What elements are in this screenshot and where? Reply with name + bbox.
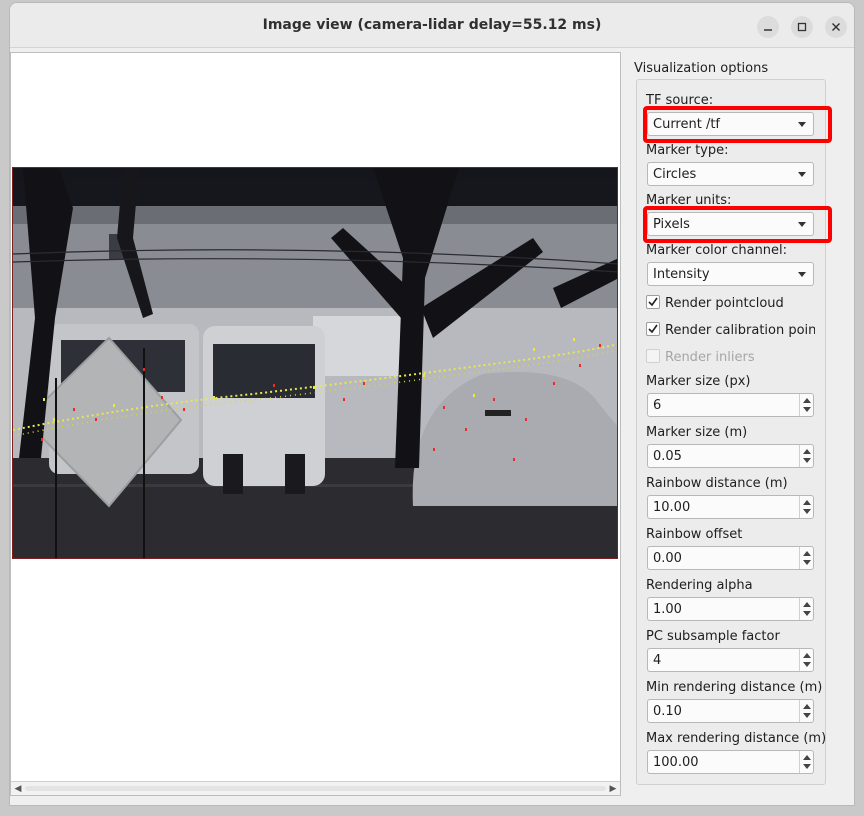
spin-buttons[interactable] [799, 394, 813, 416]
marker-units-highlight [643, 206, 832, 243]
minimize-button[interactable] [757, 16, 779, 38]
marker-size-px-label: Marker size (px) [646, 374, 751, 389]
spin-buttons[interactable] [799, 700, 813, 722]
maximize-icon [797, 22, 807, 32]
render-pointcloud-label[interactable]: Render pointcloud [665, 296, 784, 311]
checkmark-icon [648, 297, 658, 307]
spin-buttons[interactable] [799, 649, 813, 671]
arrow-up-icon[interactable] [803, 551, 811, 556]
max-rendering-distance-spinbox[interactable]: 100.00 [647, 750, 814, 774]
arrow-up-icon[interactable] [803, 602, 811, 607]
spin-buttons[interactable] [799, 496, 813, 518]
arrow-up-icon[interactable] [803, 398, 811, 403]
scroll-track[interactable] [25, 786, 606, 791]
arrow-down-icon[interactable] [803, 509, 811, 514]
spin-buttons[interactable] [799, 751, 813, 773]
arrow-down-icon[interactable] [803, 713, 811, 718]
pc-subsample-factor-value: 4 [653, 653, 662, 668]
arrow-down-icon[interactable] [803, 407, 811, 412]
visualization-options-title: Visualization options [634, 61, 769, 76]
marker-size-m-value: 0.05 [653, 449, 682, 464]
minimize-icon [764, 29, 772, 31]
min-rendering-distance-value: 0.10 [653, 704, 682, 719]
maximize-button[interactable] [791, 16, 813, 38]
marker-size-m-spinbox[interactable]: 0.05 [647, 444, 814, 468]
rainbow-offset-value: 0.00 [653, 551, 682, 566]
arrow-down-icon[interactable] [803, 458, 811, 463]
marker-color-channel-label: Marker color channel: [646, 243, 788, 258]
tf-source-highlight [643, 106, 832, 143]
scroll-right-icon[interactable]: ▶ [607, 783, 619, 795]
chevron-down-icon [798, 172, 806, 177]
arrow-down-icon[interactable] [803, 560, 811, 565]
arrow-up-icon[interactable] [803, 500, 811, 505]
render-calibration-points-label[interactable]: Render calibration points [665, 323, 815, 338]
arrow-down-icon[interactable] [803, 611, 811, 616]
rainbow-distance-spinbox[interactable]: 10.00 [647, 495, 814, 519]
max-rendering-distance-value: 100.00 [653, 755, 699, 770]
rainbow-distance-label: Rainbow distance (m) [646, 476, 788, 491]
chevron-down-icon [798, 272, 806, 277]
max-rendering-distance-label: Max rendering distance (m) [646, 731, 827, 746]
marker-type-select[interactable]: Circles [647, 162, 814, 186]
marker-size-px-spinbox[interactable]: 6 [647, 393, 814, 417]
arrow-down-icon[interactable] [803, 662, 811, 667]
scroll-left-icon[interactable]: ◀ [12, 783, 24, 795]
camera-scene [13, 168, 617, 558]
close-button[interactable] [825, 16, 847, 38]
rendering-alpha-label: Rendering alpha [646, 578, 753, 593]
render-calibration-points-checkbox[interactable] [646, 322, 660, 336]
arrow-down-icon[interactable] [803, 764, 811, 769]
render-inliers-label: Render inliers [665, 350, 755, 365]
rendering-alpha-spinbox[interactable]: 1.00 [647, 597, 814, 621]
checkmark-icon [648, 324, 658, 334]
arrow-up-icon[interactable] [803, 449, 811, 454]
window-title: Image view (camera-lidar delay=55.12 ms) [262, 17, 602, 33]
marker-type-label: Marker type: [646, 143, 729, 158]
rendering-alpha-value: 1.00 [653, 602, 682, 617]
render-pointcloud-checkbox[interactable] [646, 295, 660, 309]
marker-size-m-label: Marker size (m) [646, 425, 748, 440]
title-bar: Image view (camera-lidar delay=55.12 ms) [10, 3, 854, 48]
pc-subsample-factor-spinbox[interactable]: 4 [647, 648, 814, 672]
rainbow-distance-value: 10.00 [653, 500, 691, 515]
spin-buttons[interactable] [799, 547, 813, 569]
arrow-up-icon[interactable] [803, 755, 811, 760]
image-viewport[interactable]: ◀ ▶ [10, 52, 621, 796]
marker-type-value: Circles [653, 167, 697, 182]
camera-image [12, 167, 618, 559]
horizontal-scrollbar[interactable]: ◀ ▶ [11, 781, 620, 795]
render-inliers-checkbox [646, 349, 660, 363]
marker-color-channel-value: Intensity [653, 267, 710, 282]
arrow-up-icon[interactable] [803, 704, 811, 709]
close-icon [832, 23, 840, 31]
marker-size-px-value: 6 [653, 398, 662, 413]
arrow-up-icon[interactable] [803, 653, 811, 658]
rainbow-offset-spinbox[interactable]: 0.00 [647, 546, 814, 570]
marker-color-channel-select[interactable]: Intensity [647, 262, 814, 286]
min-rendering-distance-spinbox[interactable]: 0.10 [647, 699, 814, 723]
min-rendering-distance-label: Min rendering distance (m) [646, 680, 823, 695]
spin-buttons[interactable] [799, 445, 813, 467]
rainbow-offset-label: Rainbow offset [646, 527, 743, 542]
spin-buttons[interactable] [799, 598, 813, 620]
pc-subsample-factor-label: PC subsample factor [646, 629, 780, 644]
